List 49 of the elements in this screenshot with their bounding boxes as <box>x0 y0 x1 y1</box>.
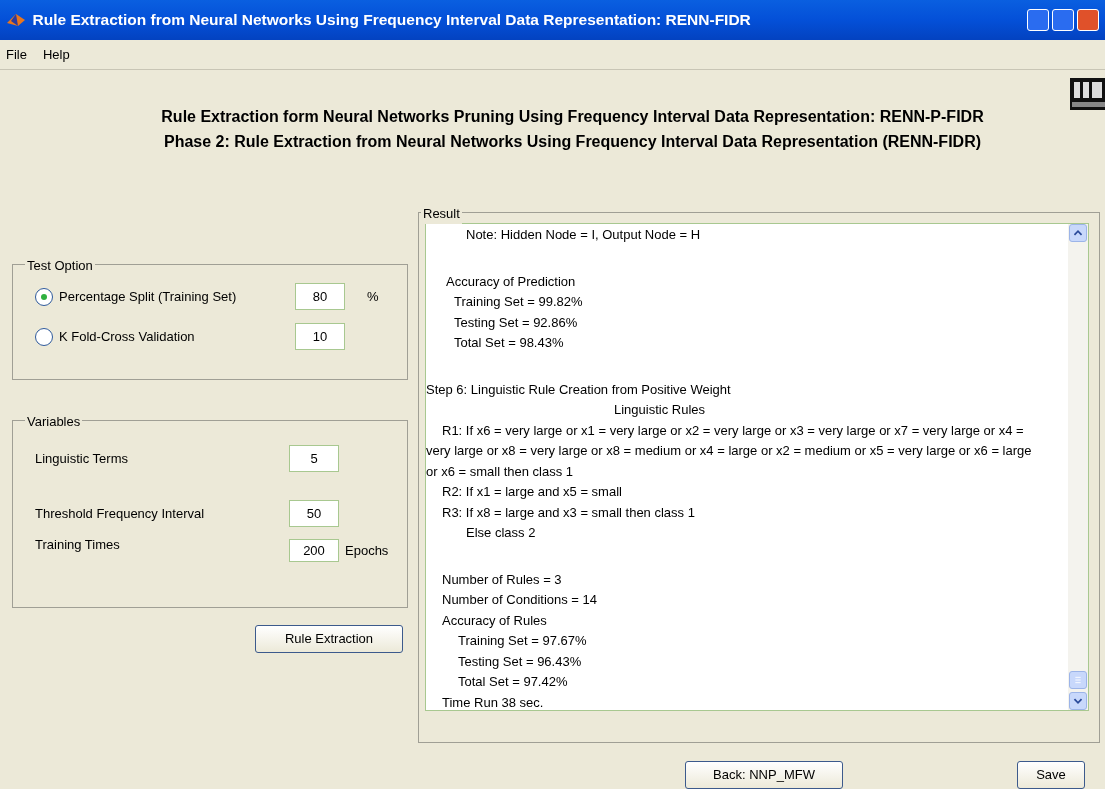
unit-label: Epochs <box>345 541 389 560</box>
result-line: Note: Hidden Node = I, Output Node = H <box>465 226 702 244</box>
scroll-thumb[interactable] <box>1069 670 1087 689</box>
variable-label: Training Times <box>35 536 121 554</box>
result-line: Number of Rules = 3 <box>441 570 563 589</box>
radio-button[interactable] <box>35 327 53 346</box>
result-line: Total Set = 98.43% <box>453 334 565 352</box>
result-line: Time Run 38 sec. <box>441 693 545 710</box>
result-line: Linguistic Rules <box>613 401 707 419</box>
save-button[interactable]: Save <box>1017 761 1085 789</box>
scrollbar[interactable] <box>1068 224 1088 710</box>
minimize-button[interactable] <box>1026 9 1049 31</box>
group-logo-icon <box>1070 78 1105 110</box>
radio-button[interactable] <box>35 287 53 306</box>
back-button[interactable]: Back: NNP_MFW <box>685 761 843 789</box>
result-line: Step 6: Linguistic Rule Creation from Positive Weight <box>426 380 732 399</box>
restore-button[interactable] <box>1051 9 1074 31</box>
result-line: Total Set = 97.42% <box>457 673 569 691</box>
menu-item[interactable]: Help <box>42 44 70 65</box>
option-label: Percentage Split (Training Set) <box>59 287 238 306</box>
result-line: Number of Conditions = 14 <box>441 591 598 609</box>
value-field[interactable]: 5 <box>289 445 339 472</box>
scroll-up-icon[interactable] <box>1069 224 1087 242</box>
heading: Rule Extraction form Neural Networks Pruning Using Frequency Interval Data Representation: RENN-P-FIDR <box>161 107 984 127</box>
result-line: Testing Set = 96.43% <box>457 652 583 671</box>
result-line: R2: If x1 = large and x5 = small <box>441 483 623 501</box>
unit-label: % <box>367 287 379 306</box>
app-logo-icon <box>6 11 26 29</box>
value-field[interactable]: 200 <box>289 539 339 562</box>
value-field[interactable]: 80 <box>295 283 345 310</box>
result-line: R3: If x8 = large and x3 = small then class 1 <box>441 503 696 522</box>
window-title: Rule Extraction from Neural Networks Using Frequency Interval Data Representation: RENN-FIDR <box>32 10 751 31</box>
result-line: Testing Set = 92.86% <box>453 313 579 332</box>
close-button[interactable] <box>1077 9 1099 31</box>
result-line: Training Set = 99.82% <box>453 293 584 311</box>
result-line: Accuracy of Rules <box>441 611 548 630</box>
value-field[interactable]: 10 <box>295 323 345 350</box>
variable-label: Threshold Frequency Interval <box>35 504 206 523</box>
result-line: Else class 2 <box>465 524 537 542</box>
rule-extraction-button[interactable]: Rule Extraction <box>255 625 403 653</box>
variable-label: Linguistic Terms <box>35 449 129 468</box>
menu-item[interactable]: File <box>6 44 27 65</box>
result-line: R1: If x6 = very large or x1 = very large or x2 = very large or x3 = very large or x7 = very large or x4 = very large or x8 = very large or x8 = medium or x4 = large or x2 = medium or x5 = very large or x6 = large or x6 = small then class 1 <box>426 421 1033 481</box>
result-line: Accuracy of Prediction <box>445 272 577 291</box>
heading: Phase 2: Rule Extraction from Neural Networks Using Frequency Interval Data Representation (RENN-FIDR) <box>163 132 982 152</box>
option-label: K Fold-Cross Validation <box>59 327 196 346</box>
result-line: Training Set = 97.67% <box>457 632 588 650</box>
value-field[interactable]: 50 <box>289 500 339 527</box>
scroll-down-icon[interactable] <box>1069 692 1087 710</box>
